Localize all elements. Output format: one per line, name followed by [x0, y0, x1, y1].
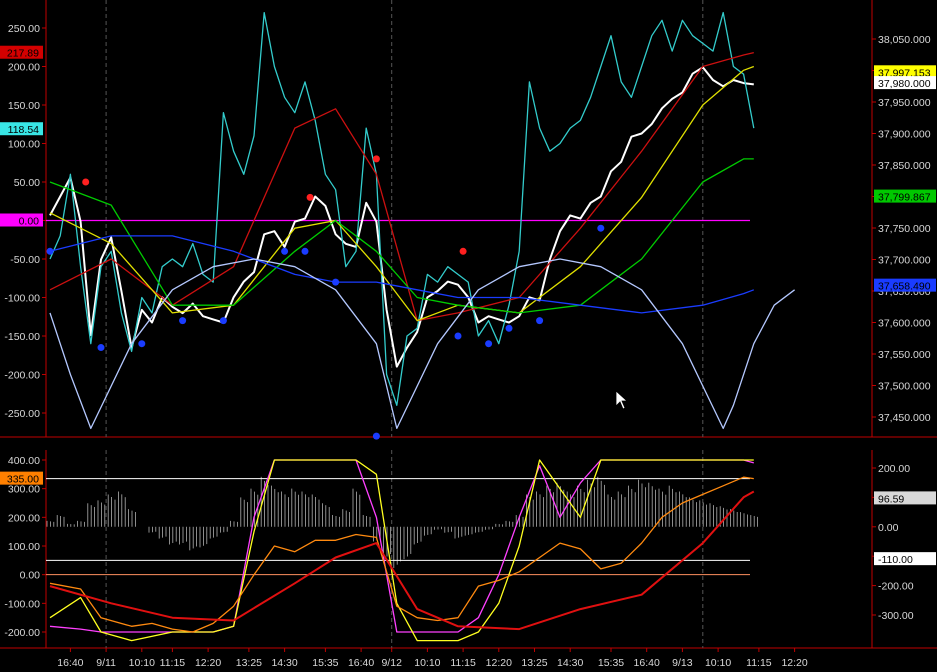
- osc-left-tick-label: 100.00: [8, 541, 40, 553]
- time-axis-label: 16:40: [634, 657, 660, 669]
- osc-right-tick-label: -200.00: [878, 581, 914, 593]
- osc-right-tick-label: 0.00: [878, 522, 899, 534]
- time-axis-label: 11:15: [160, 657, 186, 669]
- osc-right-value-tag-label: -110.00: [878, 554, 913, 566]
- osc-right-value-tag-label: 96.59: [878, 493, 904, 505]
- price-signal-marker: [281, 247, 289, 255]
- price-right-tick-label: 37,950.000: [878, 97, 931, 109]
- price-right-tick-label: 38,050.000: [878, 34, 931, 46]
- time-axis-label: 16:40: [348, 657, 374, 669]
- time-axis-label: 16:40: [57, 657, 83, 669]
- price-signal-marker: [301, 247, 309, 255]
- price-signal-marker: [82, 178, 90, 186]
- price-left-value-tag-label: 0.00: [19, 216, 40, 228]
- price-left-tick-label: -50.00: [10, 254, 40, 266]
- price-signal-marker: [179, 317, 187, 325]
- price-left-value-tag-label: 217.89: [7, 48, 39, 60]
- price-left-tick-label: -150.00: [4, 331, 40, 343]
- osc-right-tick-label: 200.00: [878, 463, 910, 475]
- time-axis-label: 12:20: [195, 657, 221, 669]
- time-axis-label: 13:25: [521, 657, 547, 669]
- price-signal-marker: [459, 247, 467, 255]
- price-right-tick-label: 37,550.000: [878, 349, 931, 361]
- price-right-tick-label: 37,700.000: [878, 255, 931, 267]
- price-signal-marker: [485, 340, 493, 348]
- price-signal-marker: [372, 432, 380, 440]
- time-axis-label: 14:30: [557, 657, 583, 669]
- price-left-tick-label: -100.00: [4, 293, 40, 305]
- time-axis-label: 15:35: [598, 657, 624, 669]
- price-signal-marker: [306, 193, 314, 201]
- price-left-tick-label: -250.00: [4, 408, 40, 420]
- osc-left-value-tag-label: 335.00: [7, 474, 39, 486]
- price-right-value-tag-label: 37,980.000: [878, 78, 931, 90]
- price-left-tick-label: 200.00: [8, 62, 40, 74]
- price-right-tick-label: 37,750.000: [878, 223, 931, 235]
- price-left-value-tag-label: 118.54: [8, 124, 39, 136]
- time-axis-label: 15:35: [312, 657, 338, 669]
- time-axis-label: 13:25: [236, 657, 262, 669]
- price-signal-marker: [372, 155, 380, 163]
- price-left-tick-label: -200.00: [4, 370, 40, 382]
- price-right-tick-label: 37,900.000: [878, 129, 931, 141]
- price-left-tick-label: 150.00: [8, 100, 40, 112]
- price-signal-marker: [138, 340, 146, 348]
- chart-area: 250.00 200.00 150.00 100.00 50.00 0.00 -50.00 -…: [0, 0, 937, 672]
- time-axis-label: 12:20: [486, 657, 512, 669]
- price-signal-marker: [332, 278, 340, 286]
- time-axis-label: 14:30: [271, 657, 297, 669]
- time-axis-label: 10:10: [705, 657, 731, 669]
- time-axis-label: 9/12: [381, 657, 402, 669]
- time-axis-label: 10:10: [414, 657, 440, 669]
- price-left-tick-label: 100.00: [8, 139, 40, 151]
- time-axis-label: 9/11: [96, 657, 116, 669]
- price-signal-marker: [97, 344, 105, 352]
- price-signal-marker: [46, 247, 54, 255]
- time-axis-label: 10:10: [129, 657, 155, 669]
- price-right-tick-label: 37,500.000: [878, 381, 931, 393]
- price-right-value-tag-label: 37,799.867: [878, 192, 931, 204]
- osc-right-tick-label: -300.00: [878, 610, 914, 622]
- osc-left-tick-label: -200.00: [4, 627, 40, 639]
- time-axis-label: 12:20: [781, 657, 807, 669]
- price-signal-marker: [454, 332, 462, 340]
- price-left-tick-label: 250.00: [8, 23, 40, 35]
- chart-background: [0, 0, 937, 672]
- osc-left-tick-label: 0.00: [20, 570, 41, 582]
- time-axis-label: 9/13: [672, 657, 693, 669]
- price-right-tick-label: 37,450.000: [878, 412, 931, 424]
- price-signal-marker: [219, 317, 227, 325]
- price-signal-marker: [597, 224, 605, 232]
- price-signal-marker: [505, 324, 513, 332]
- time-axis-label: 11:15: [746, 657, 772, 669]
- osc-left-tick-label: -100.00: [4, 598, 40, 610]
- time-axis-label: 11:15: [450, 657, 476, 669]
- price-right-value-tag-label: 37,658.490: [878, 281, 931, 293]
- price-signal-marker: [536, 317, 544, 325]
- price-right-tick-label: 37,850.000: [878, 160, 931, 172]
- price-right-tick-label: 37,600.000: [878, 318, 931, 330]
- price-left-tick-label: 50.00: [14, 177, 40, 189]
- osc-left-tick-label: 200.00: [8, 512, 40, 524]
- osc-left-tick-label: 400.00: [8, 455, 40, 467]
